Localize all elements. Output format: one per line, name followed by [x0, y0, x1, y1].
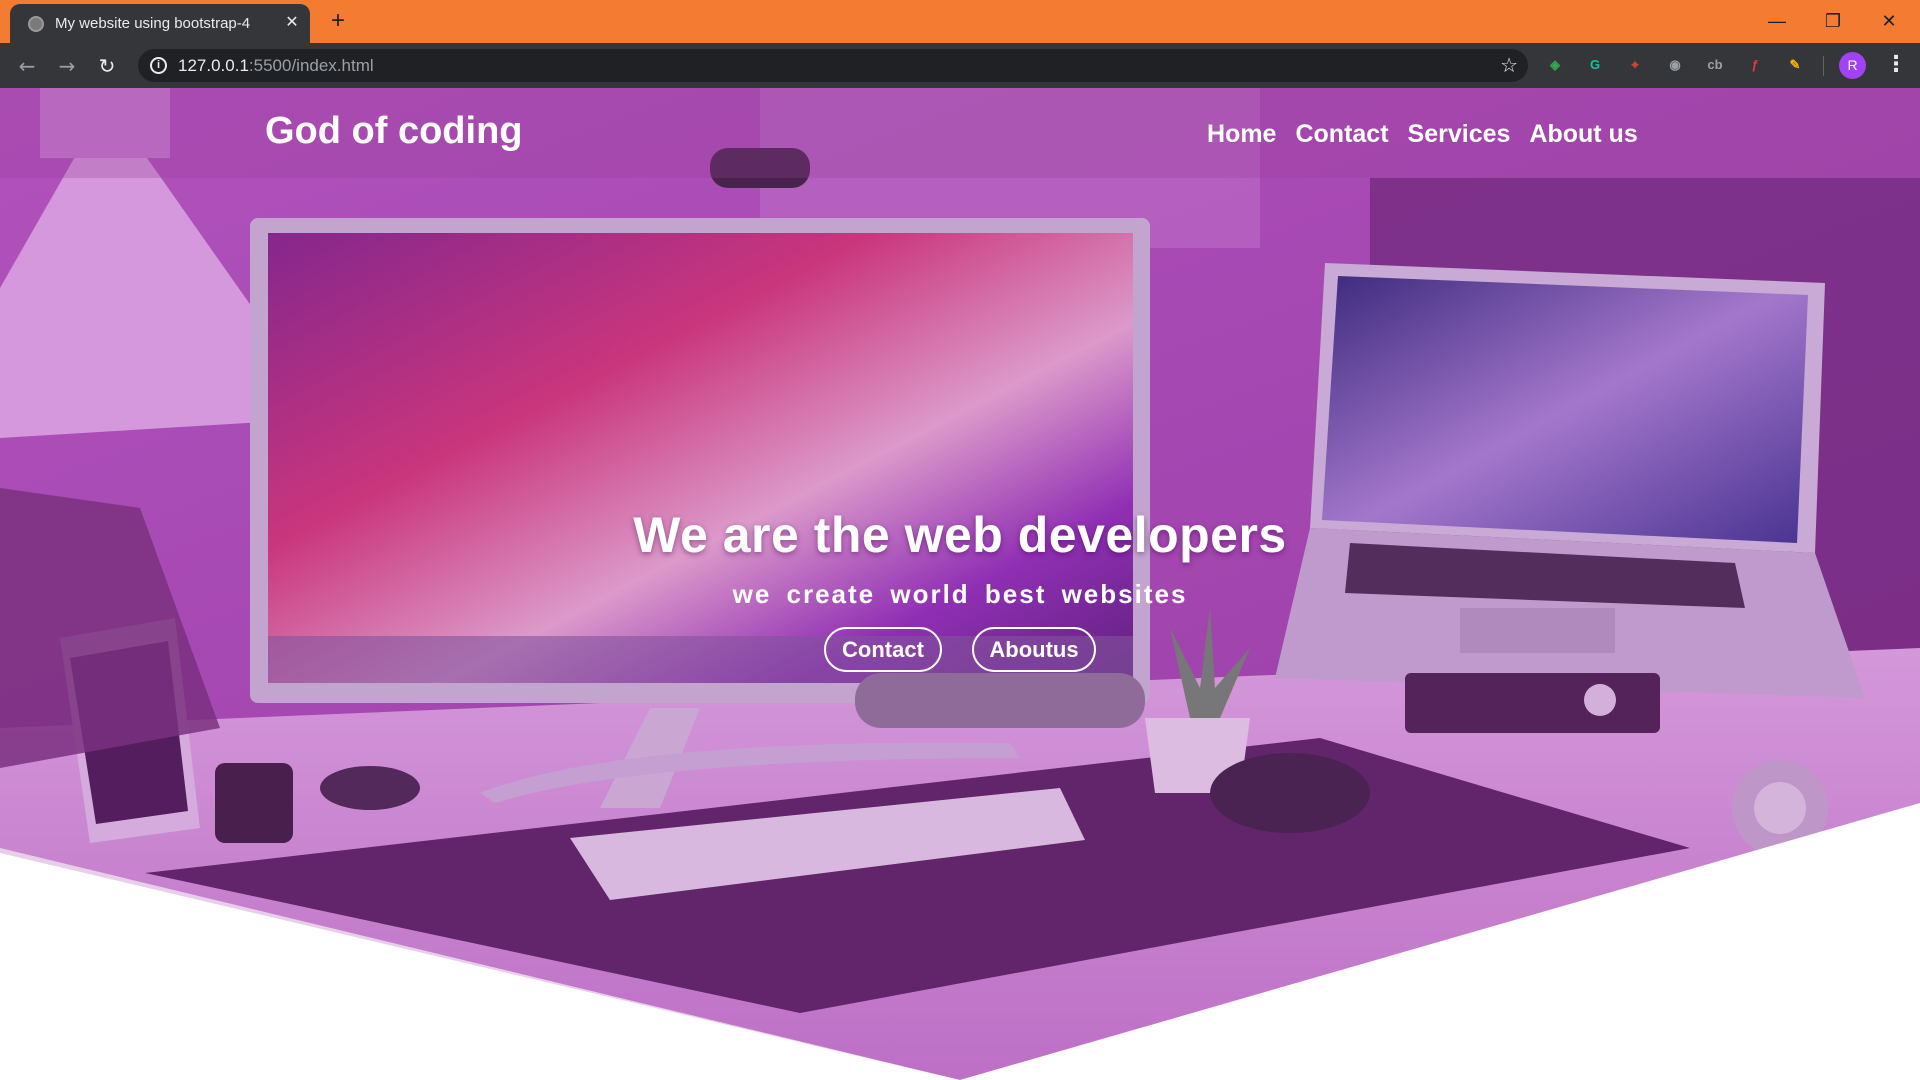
tab-title: My website using bootstrap-4 [55, 15, 251, 32]
menu-icon[interactable]: ⋮ [1885, 52, 1907, 80]
forward-button[interactable]: → [53, 52, 81, 80]
nav-link-contact[interactable]: Contact [1295, 120, 1388, 149]
page-viewport: God of coding Home Contact Services Abou… [0, 88, 1920, 1080]
site-navbar: God of coding Home Contact Services Abou… [0, 88, 1920, 178]
site-brand[interactable]: God of coding [265, 110, 523, 153]
aboutus-button[interactable]: Aboutus [972, 627, 1096, 672]
nav-links: Home Contact Services About us [1207, 120, 1638, 149]
minimize-button[interactable]: — [1754, 6, 1800, 36]
profile-avatar[interactable]: R [1839, 52, 1866, 79]
font-extension-icon[interactable]: ƒ [1744, 54, 1766, 76]
grammarly-icon[interactable]: G [1584, 54, 1606, 76]
globe-icon [28, 16, 44, 32]
nav-link-about-us[interactable]: About us [1529, 120, 1637, 149]
close-window-button[interactable]: ✕ [1866, 6, 1912, 36]
url-text[interactable]: 127.0.0.1:5500/index.html [178, 56, 374, 76]
cb-extension-icon[interactable]: cb [1704, 54, 1726, 76]
nav-link-services[interactable]: Services [1408, 120, 1511, 149]
camera-extension-icon[interactable]: ◉ [1664, 54, 1686, 76]
toolbar-separator [1823, 56, 1824, 76]
back-button[interactable]: ← [13, 52, 41, 80]
new-tab-button[interactable]: + [325, 8, 351, 34]
reload-button[interactable]: ↻ [93, 52, 121, 80]
address-bar[interactable]: i 127.0.0.1:5500/index.html ☆ [138, 49, 1528, 82]
hero-subtitle: we create world best websites [732, 579, 1188, 609]
info-icon[interactable]: i [150, 57, 167, 74]
color-extension-icon[interactable]: ◈ [1544, 54, 1566, 76]
nav-link-home[interactable]: Home [1207, 120, 1276, 149]
hero-title: We are the web developers [633, 507, 1287, 563]
browser-toolbar: ← → ↻ i 127.0.0.1:5500/index.html ☆ ◈ G ⌖ ◉… [0, 43, 1920, 88]
pencil-extension-icon[interactable]: ✎ [1784, 54, 1806, 76]
restore-button[interactable]: ❐ [1810, 6, 1856, 36]
close-tab-icon[interactable]: ✕ [282, 12, 302, 32]
browser-tab[interactable]: My website using bootstrap-4 ✕ [10, 4, 310, 43]
contact-button[interactable]: Contact [824, 627, 942, 672]
browser-titlebar: My website using bootstrap-4 ✕ + — ❐ ✕ [0, 0, 1920, 43]
pin-extension-icon[interactable]: ⌖ [1624, 54, 1646, 76]
bookmark-star-icon[interactable]: ☆ [1500, 53, 1518, 77]
